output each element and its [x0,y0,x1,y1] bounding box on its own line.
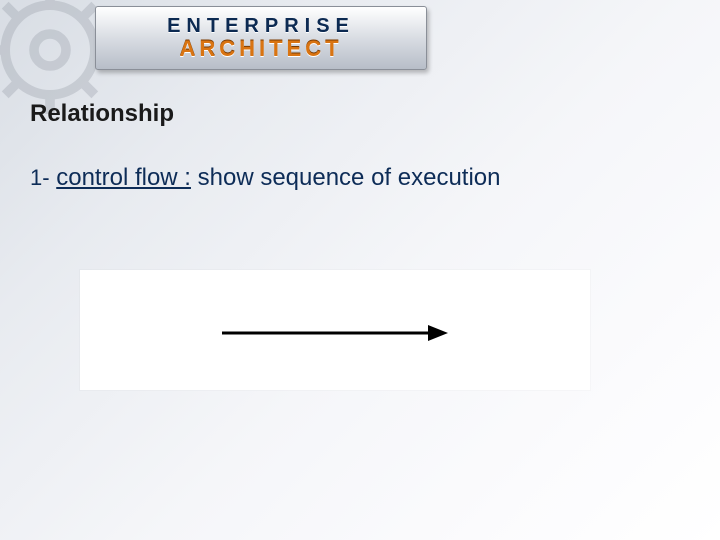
arrow-illustration [80,270,590,390]
slide: ENTERPRISE ARCHITECT Relationship 1- con… [0,0,720,540]
bullet-line: 1- control flow : show sequence of execu… [30,164,501,192]
arrow-icon [220,318,450,348]
logo-text-bottom: ARCHITECT [179,38,342,60]
bullet-description: show sequence of execution [191,164,501,191]
logo-text-top: ENTERPRISE [167,16,355,36]
bullet-number: 1- [30,165,50,190]
bullet-term: control flow : [56,164,191,191]
section-heading: Relationship [30,100,174,128]
logo-banner: ENTERPRISE ARCHITECT [95,6,427,70]
